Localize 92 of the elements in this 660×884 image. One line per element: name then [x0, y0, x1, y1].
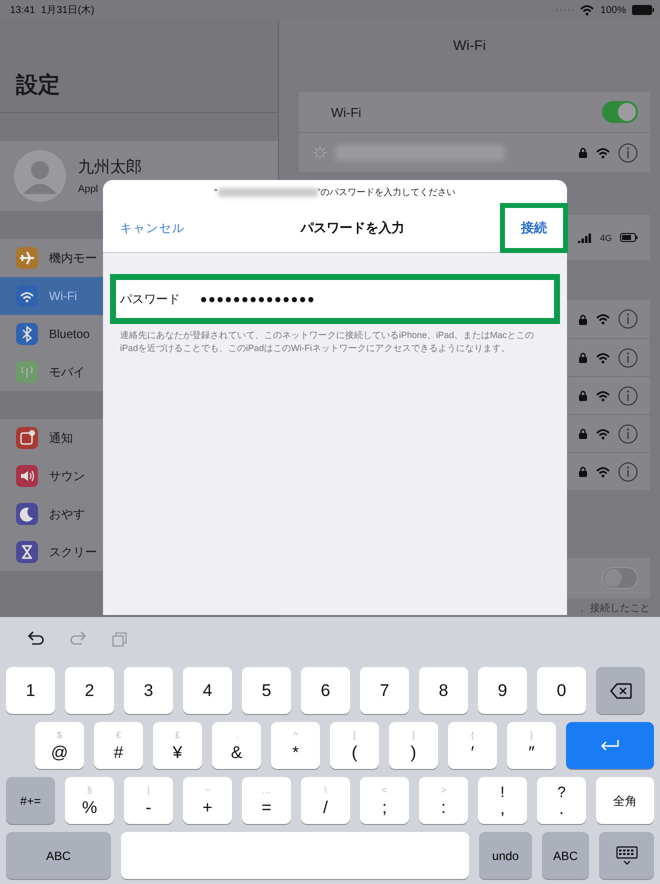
keyboard-key[interactable]: undo	[479, 832, 532, 879]
profile-subtitle: Appl	[78, 184, 100, 195]
keyboard-key[interactable]: 3	[124, 667, 173, 714]
info-icon[interactable]	[618, 424, 638, 444]
footer-note: 、接続したこと	[579, 602, 651, 615]
dialog-title: パスワードを入力	[299, 219, 406, 237]
keyboard-key[interactable]: 4	[183, 667, 232, 714]
password-field[interactable]: パスワード ●●●●●●●●●●●●●●	[110, 274, 560, 324]
wifi-icon	[596, 466, 610, 478]
wifi-icon	[16, 285, 38, 307]
wifi-icon	[596, 390, 610, 402]
keyboard-key[interactable]: [ (	[330, 722, 379, 769]
wifi-icon	[596, 146, 610, 158]
toggle-switch[interactable]	[602, 567, 638, 589]
battery-icon	[620, 233, 638, 242]
dialog-prompt: ”のパスワードを入力してください	[318, 186, 456, 198]
keyboard-key[interactable]: 9	[478, 667, 527, 714]
keyboard-key[interactable]: ] )	[389, 722, 438, 769]
keyboard-key[interactable]: > :	[419, 777, 468, 824]
return-key[interactable]	[566, 722, 654, 769]
keyboard-key[interactable]: ABC	[6, 832, 111, 879]
info-icon[interactable]	[618, 462, 638, 482]
keyboard-key[interactable]: € #	[94, 722, 143, 769]
settings-item[interactable]: 通知	[0, 419, 103, 457]
keyboard-key[interactable]: $ @	[35, 722, 84, 769]
keyboard-key[interactable]: … =	[242, 777, 291, 824]
keyboard-key[interactable]: ^ *	[271, 722, 320, 769]
keyboard-key[interactable]: ~ +	[183, 777, 232, 824]
help-text: 連絡先にあなたが登録されていて、このネットワークに接続しているiPhone、iPad、またはMacとこのiPadを近づけることでも、このiPadはこのWi-Fiネットワークにアクセスできるようになります。	[119, 329, 536, 355]
return-icon	[599, 738, 621, 752]
wifi-title: Wi-Fi	[452, 36, 487, 55]
bluetooth-icon	[16, 323, 38, 345]
wifi-toggle-label: Wi-Fi	[330, 104, 362, 120]
notification-icon	[16, 427, 38, 449]
info-icon[interactable]	[618, 142, 638, 162]
settings-item[interactable]: スクリー	[0, 533, 103, 571]
wifi-icon	[596, 313, 610, 325]
keyboard-icon	[616, 846, 638, 866]
profile-name: 九州太郎	[78, 158, 142, 178]
status-date: 1月31日(木)	[41, 4, 94, 17]
keyboard-key[interactable]: 0	[537, 667, 586, 714]
cancel-button[interactable]: キャンセル	[120, 220, 185, 236]
info-icon[interactable]	[618, 386, 638, 406]
keyboard-key[interactable]: 5	[242, 667, 291, 714]
keyboard-key[interactable]: { ′	[448, 722, 497, 769]
keyboard-key[interactable]: 6	[301, 667, 350, 714]
keyboard-key[interactable]: 2	[65, 667, 114, 714]
keyboard-key[interactable]: < ;	[360, 777, 409, 824]
info-icon[interactable]	[618, 309, 638, 329]
hourglass-icon	[16, 541, 38, 563]
keyboard-key[interactable]: \ /	[301, 777, 350, 824]
antenna-icon	[16, 361, 38, 383]
keyboard-key[interactable]: ABC	[542, 832, 589, 879]
hide-keyboard-key[interactable]	[599, 832, 654, 879]
settings-item[interactable]: おやす	[0, 495, 103, 533]
keyboard-key[interactable]: § %	[65, 777, 114, 824]
keyboard-key[interactable]: 1	[6, 667, 55, 714]
avatar-icon	[14, 150, 66, 202]
moon-icon	[16, 503, 38, 525]
settings-title: 設定	[16, 71, 60, 99]
spinner-icon	[313, 146, 327, 160]
battery-percent: 100%	[600, 4, 626, 16]
delete-icon	[610, 682, 632, 698]
wifi-icon	[596, 352, 610, 364]
keyboard-key[interactable]: ! ,	[478, 777, 527, 824]
keyboard-key[interactable]: #+=	[6, 777, 55, 824]
keyboard-key[interactable]: . &	[212, 722, 261, 769]
prompt-quote: “	[214, 187, 218, 197]
info-icon[interactable]	[618, 348, 638, 368]
settings-item[interactable]: 機内モー	[0, 239, 103, 277]
hotspot-network-type: 4G	[600, 232, 612, 242]
keyboard-key[interactable]: 8	[419, 667, 468, 714]
settings-item[interactable]: モバイ	[0, 353, 103, 391]
wifi-icon	[596, 428, 610, 440]
wifi-icon	[580, 4, 594, 16]
keyboard-key[interactable]: ? .	[537, 777, 586, 824]
airplane-icon	[16, 247, 38, 269]
keyboard-key[interactable]: 7	[360, 667, 409, 714]
signal-bars-icon	[578, 232, 592, 242]
toggle-switch[interactable]	[602, 101, 638, 123]
keyboard-key[interactable]: £ ¥	[153, 722, 202, 769]
battery-icon	[632, 5, 654, 15]
keyboard-key[interactable]: | -	[124, 777, 173, 824]
connect-button[interactable]: 接続	[500, 203, 568, 253]
keyboard-key[interactable]: 全角	[596, 777, 654, 824]
keyboard-key[interactable]: } ″	[507, 722, 556, 769]
delete-key[interactable]	[596, 667, 645, 714]
status-time: 13:41	[10, 4, 36, 16]
settings-item[interactable]: サウン	[0, 457, 103, 495]
speaker-icon	[16, 465, 38, 487]
undo-icon[interactable]	[26, 631, 46, 648]
settings-item[interactable]: Bluetoo	[0, 315, 103, 353]
